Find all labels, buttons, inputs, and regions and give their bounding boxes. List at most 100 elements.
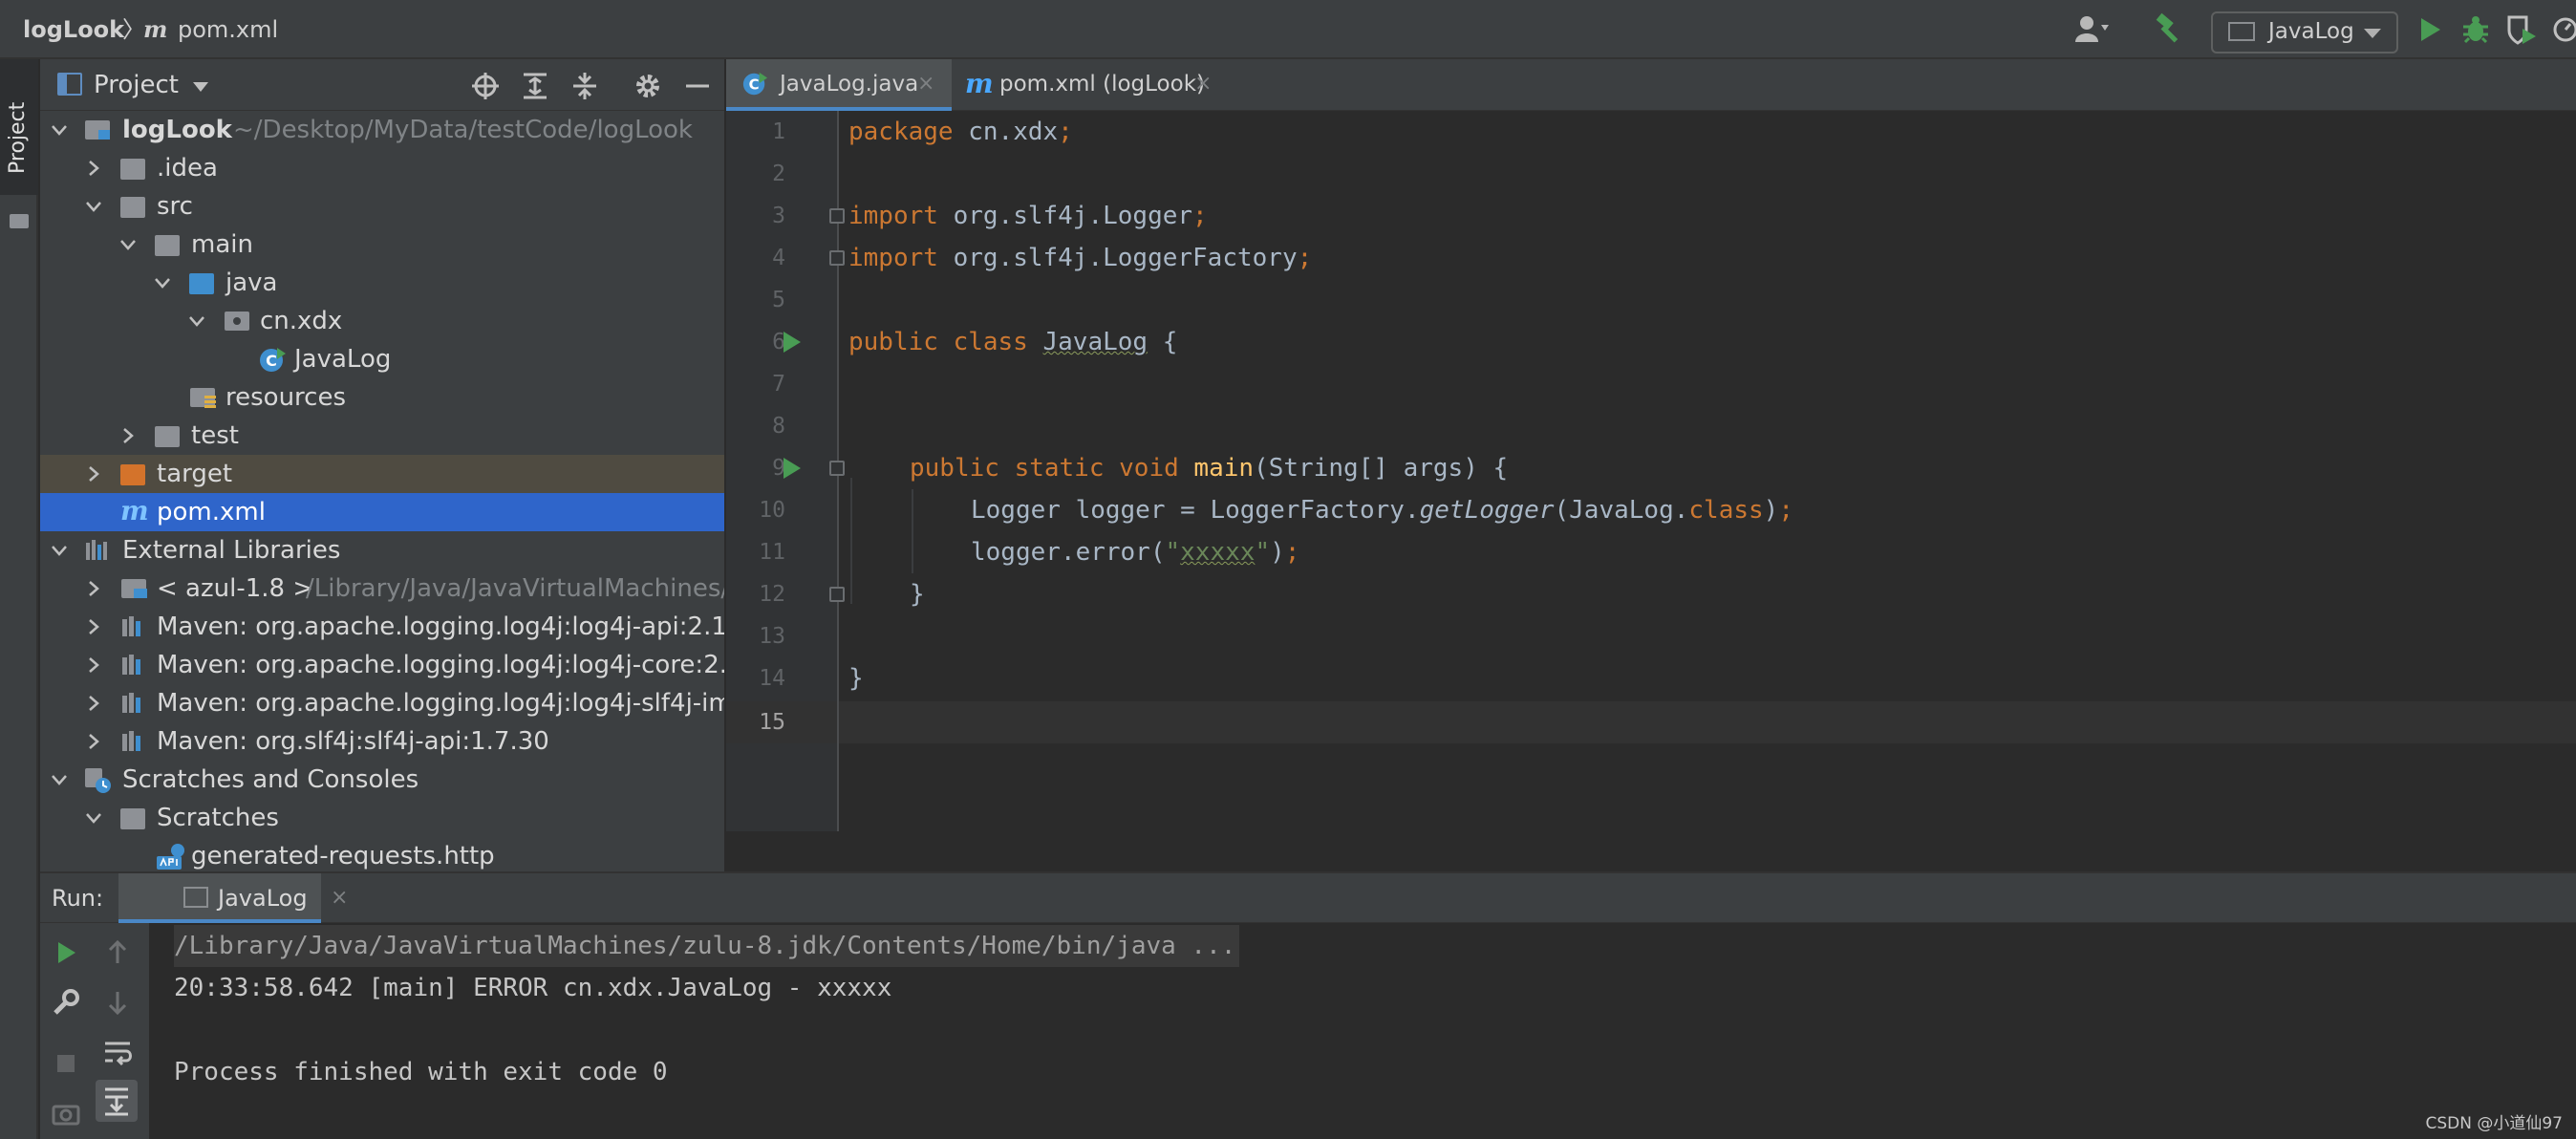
code-token: Logger logger = LoggerFactory. (971, 496, 1420, 525)
tree-item-generated-requests[interactable]: generated-requests.http (40, 837, 724, 871)
tree-item-maven-library[interactable]: Maven: org.apache.logging.log4j:log4j-sl… (40, 684, 724, 722)
user-profile-icon[interactable] (2073, 11, 2110, 48)
close-icon[interactable]: × (917, 59, 934, 109)
chevron-right-icon[interactable] (82, 462, 105, 485)
maven-file-icon: m (120, 495, 149, 527)
chevron-right-icon[interactable] (82, 730, 105, 753)
fold-marker-icon[interactable] (829, 208, 845, 224)
fold-marker-icon[interactable] (829, 250, 845, 266)
run-config-label: JavaLog (2268, 19, 2354, 44)
tree-item-label: Maven: org.slf4j:slf4j-api:1.7.30 (157, 727, 549, 756)
chevron-down-icon[interactable] (117, 233, 140, 256)
run-method-icon[interactable] (784, 458, 801, 479)
code-line: import org.slf4j.LoggerFactory; (848, 237, 1312, 279)
debug-bug-icon[interactable] (2458, 11, 2494, 48)
tree-item-cn-xdx[interactable]: cn.xdx (40, 302, 724, 340)
close-icon[interactable]: × (331, 873, 348, 923)
chevron-right-icon[interactable] (82, 654, 105, 677)
line-number: 5 (772, 288, 785, 312)
tree-item-scratches-and-consoles[interactable]: Scratches and Consoles (40, 761, 724, 799)
chevron-down-icon[interactable] (185, 310, 208, 333)
chevron-right-icon[interactable] (82, 692, 105, 715)
chevron-right-icon[interactable] (82, 577, 105, 600)
wrench-icon[interactable] (50, 986, 82, 1019)
tree-item-resources[interactable]: resources (40, 378, 724, 417)
tab-pom-xml[interactable]: m pom.xml (logLook) × (952, 59, 1229, 111)
fold-marker-icon[interactable] (829, 461, 845, 476)
line-number: 3 (772, 204, 785, 228)
run-configuration-selector[interactable]: JavaLog (2211, 11, 2398, 54)
tree-item-target[interactable]: target (40, 455, 724, 493)
profiler-icon[interactable] (2547, 11, 2576, 48)
locate-crosshair-icon[interactable] (470, 71, 501, 101)
chevron-right-icon[interactable] (82, 157, 105, 180)
tree-item-JavaLog[interactable]: C JavaLog (40, 340, 724, 378)
hide-panel-icon[interactable] (682, 71, 713, 101)
tree-item-maven-library[interactable]: Maven: org.apache.logging.log4j:log4j-ap… (40, 608, 724, 646)
tree-item-external-libraries[interactable]: External Libraries (40, 531, 724, 570)
rerun-icon[interactable] (50, 936, 82, 969)
module-folder-icon (84, 117, 113, 143)
arrow-down-icon[interactable] (101, 986, 134, 1019)
close-icon[interactable]: × (1194, 59, 1212, 109)
expand-all-icon[interactable] (520, 71, 550, 101)
breadcrumb-project[interactable]: logLook (23, 0, 124, 59)
chevron-right-icon[interactable] (117, 424, 140, 447)
scroll-to-end-icon[interactable] (96, 1080, 138, 1122)
stop-icon[interactable] (50, 1047, 82, 1080)
camera-icon[interactable] (50, 1097, 82, 1129)
tree-item-scratches[interactable]: Scratches (40, 799, 724, 837)
tree-item-main[interactable]: main (40, 226, 724, 264)
tree-item-pom-xml[interactable]: m pom.xml (40, 493, 724, 531)
tree-item-src[interactable]: src (40, 187, 724, 226)
breadcrumb-file[interactable]: pom.xml (178, 0, 278, 59)
build-hammer-icon[interactable] (2152, 11, 2188, 48)
line-number: 2 (772, 161, 785, 186)
chevron-down-icon[interactable] (82, 195, 105, 218)
tree-item-maven-library[interactable]: Maven: org.slf4j:slf4j-api:1.7.30 (40, 722, 724, 761)
chevron-down-icon[interactable] (82, 806, 105, 829)
chevron-right-icon[interactable] (82, 615, 105, 638)
line-number: 11 (759, 540, 785, 565)
collapse-all-icon[interactable] (569, 71, 600, 101)
line-number: 15 (759, 710, 785, 735)
tree-item-azul-jdk[interactable]: < azul-1.8 > /Library/Java/JavaVirtualMa… (40, 570, 724, 608)
chevron-down-icon[interactable] (151, 271, 174, 294)
library-icon (120, 690, 149, 717)
gear-icon[interactable] (633, 71, 663, 101)
tree-item-test[interactable]: test (40, 417, 724, 455)
tree-item-idea[interactable]: .idea (40, 149, 724, 187)
arrow-up-icon[interactable] (101, 936, 134, 969)
run-class-icon[interactable] (784, 332, 801, 353)
tab-run-javalog[interactable]: JavaLog × (118, 873, 348, 923)
coverage-shield-icon[interactable] (2503, 11, 2540, 48)
watermark: CSDN @小道仙97 (2425, 1114, 2563, 1133)
tree-item-label: target (157, 460, 233, 488)
project-panel-title[interactable]: Project (94, 59, 179, 111)
chevron-down-icon[interactable] (48, 539, 71, 562)
tree-item-logLook[interactable]: logLook ~/Desktop/MyData/testCode/logLoo… (40, 111, 724, 149)
current-line-highlight (726, 701, 2576, 743)
tree-item-maven-library[interactable]: Maven: org.apache.logging.log4j:log4j-co… (40, 646, 724, 684)
code-token: } (910, 580, 925, 609)
chevron-down-icon[interactable] (193, 82, 208, 92)
console-command-line[interactable]: /Library/Java/JavaVirtualMachines/zulu-8… (174, 925, 1240, 967)
code-line: package cn.xdx; (848, 111, 1073, 153)
code-token: ) (1270, 538, 1285, 567)
code-token: import (848, 202, 938, 230)
chevron-down-icon[interactable] (48, 768, 71, 791)
tab-javalog-java[interactable]: C JavaLog.java × (726, 59, 952, 111)
project-tool-window-tab[interactable]: Project (0, 59, 38, 228)
libraries-icon (84, 537, 113, 564)
run-config-icon (2228, 22, 2255, 41)
run-panel-header: Run: JavaLog × (40, 873, 2576, 923)
tree-item-java[interactable]: java (40, 264, 724, 302)
chevron-down-icon[interactable] (48, 118, 71, 141)
soft-wrap-icon[interactable] (101, 1036, 134, 1068)
run-config-icon (183, 887, 208, 908)
run-icon[interactable] (2412, 11, 2448, 48)
resources-folder-icon (189, 384, 218, 411)
source-folder-icon (189, 273, 214, 294)
fold-marker-icon[interactable] (829, 587, 845, 602)
